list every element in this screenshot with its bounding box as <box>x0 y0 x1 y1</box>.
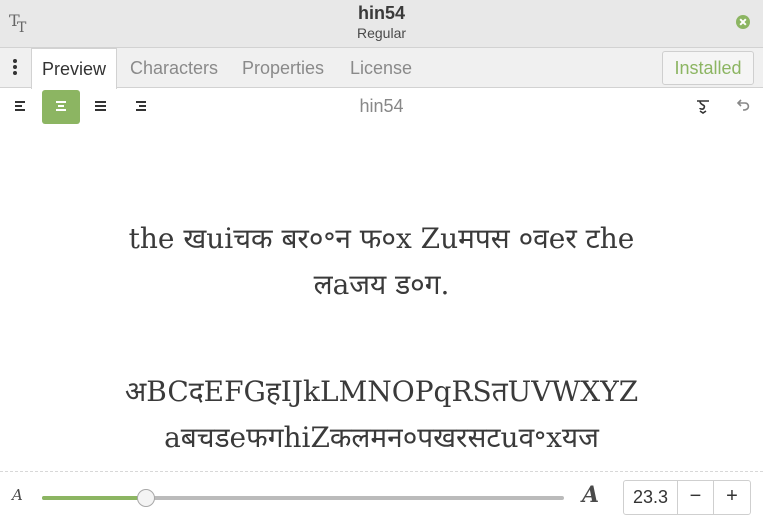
title-block: hin54 Regular <box>0 2 763 42</box>
installed-button[interactable]: Installed <box>662 51 754 85</box>
font-size-bar: A A 23.3 − + <box>0 471 763 521</box>
sample-line-pangram-2: लaजय ड०ग. <box>313 268 450 301</box>
increase-size-button[interactable]: + <box>714 481 750 514</box>
sample-line-uppercase: अBCदEFGहIJkLMNOPqRSतUVWXYZ <box>124 375 639 408</box>
close-icon[interactable] <box>736 15 750 29</box>
undo-icon[interactable] <box>734 97 752 115</box>
decrease-size-glyph: A <box>12 486 23 504</box>
tab-properties[interactable]: Properties <box>242 48 324 88</box>
sample-text-block: the खuiचक बर०॰न फ०x Zuमपस ०वeर टhe लaजय … <box>60 216 703 308</box>
decrease-size-button[interactable]: − <box>678 481 714 514</box>
font-preview-area: the खuiचक बर०॰न फ०x Zuमपस ०वeर टhe लaजय … <box>0 126 763 471</box>
preview-toolbar: hin54 <box>0 88 763 126</box>
preview-font-name: hin54 <box>359 96 404 116</box>
window-title: hin54 <box>357 3 405 23</box>
title-bar: T T hin54 Regular <box>0 0 763 48</box>
increase-size-glyph: A <box>582 482 600 508</box>
font-size-value[interactable]: 23.3 <box>624 481 678 514</box>
font-size-spinner[interactable]: 23.3 − + <box>623 480 751 515</box>
sample-line-pangram-1: the खuiचक बर०॰न फ०x Zuमपस ०वeर टhe <box>128 222 635 255</box>
window-subtitle: Regular <box>356 25 407 41</box>
slider-handle[interactable] <box>137 489 156 507</box>
vertical-dots-icon[interactable] <box>11 59 19 77</box>
sample-line-lowercase: aबचडeफगhiZकलमन०पखरसटuव॰xयज <box>164 421 599 454</box>
alphabet-block: अBCदEFGहIJkLMNOPqRSतUVWXYZ aबचडeफगhiZकलम… <box>60 369 703 461</box>
slider-fill <box>42 496 147 500</box>
font-size-slider[interactable] <box>42 489 564 507</box>
tab-license[interactable]: License <box>350 48 412 88</box>
tab-characters[interactable]: Characters <box>130 48 218 88</box>
tab-bar: Preview Characters Properties License In… <box>0 48 763 89</box>
glyph-style-icon[interactable] <box>694 97 712 115</box>
tab-preview[interactable]: Preview <box>31 48 118 89</box>
